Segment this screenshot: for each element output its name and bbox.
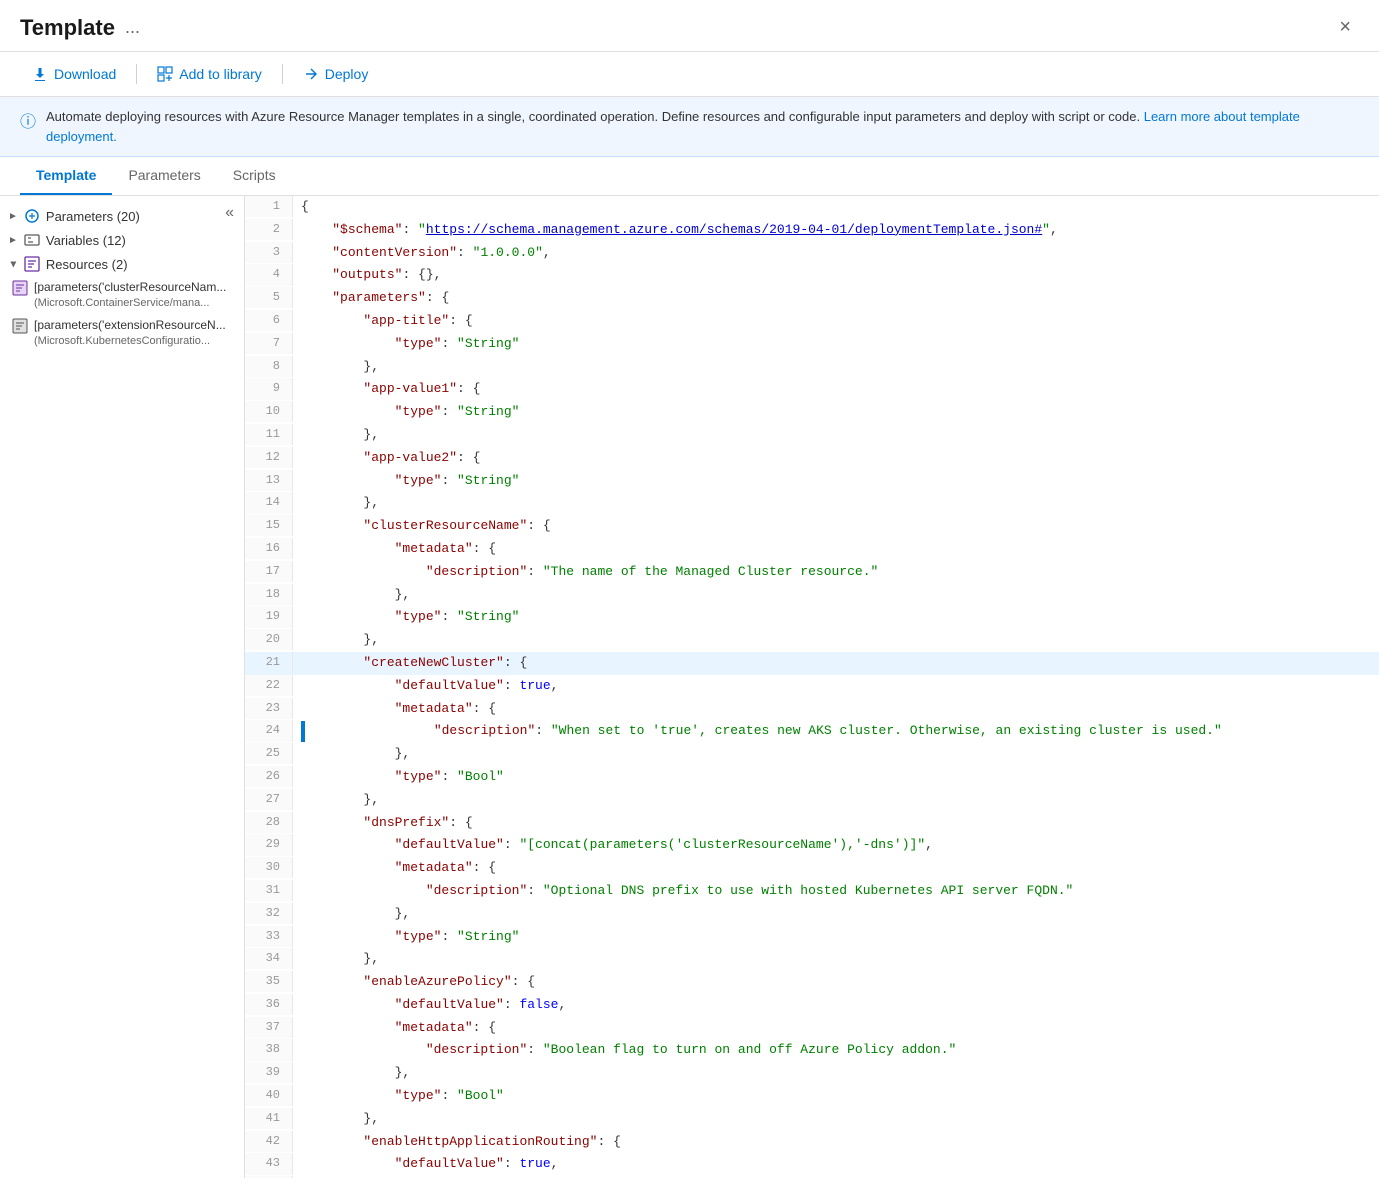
code-line-32: 32 },	[245, 903, 1379, 926]
code-line-7: 7 "type": "String"	[245, 333, 1379, 356]
more-options-icon[interactable]: ...	[125, 17, 140, 38]
code-line-20: 20 },	[245, 629, 1379, 652]
toolbar-separator-1	[136, 64, 137, 84]
resource-1-line2: (Microsoft.ContainerService/mana...	[34, 296, 226, 311]
resources-arrow-icon: ►	[7, 259, 18, 269]
resources-label: Resources (2)	[46, 257, 128, 272]
code-line-27: 27 },	[245, 789, 1379, 812]
code-line-24: 24 "description": "When set to 'true', c…	[245, 720, 1379, 743]
code-line-23: 23 "metadata": {	[245, 698, 1379, 721]
resource-2-text: [parameters('extensionResourceN... (Micr…	[34, 317, 226, 349]
deploy-icon	[303, 66, 319, 82]
download-button[interactable]: Download	[20, 60, 128, 88]
code-line-12: 12 "app-value2": {	[245, 447, 1379, 470]
sidebar-group-parameters[interactable]: ► Parameters (20)	[0, 204, 244, 228]
info-icon: ⓘ	[20, 108, 36, 132]
resources-icon	[24, 256, 40, 272]
toolbar: Download Add to library Deploy	[0, 52, 1379, 97]
header: Template ... ×	[0, 0, 1379, 52]
add-to-library-icon	[157, 66, 173, 82]
tab-scripts[interactable]: Scripts	[217, 157, 292, 195]
code-line-38: 38 "description": "Boolean flag to turn …	[245, 1039, 1379, 1062]
code-line-10: 10 "type": "String"	[245, 401, 1379, 424]
code-line-17: 17 "description": "The name of the Manag…	[245, 561, 1379, 584]
resource-1-icon	[12, 280, 28, 296]
code-line-6: 6 "app-title": {	[245, 310, 1379, 333]
code-line-9: 9 "app-value1": {	[245, 378, 1379, 401]
code-line-41: 41 },	[245, 1108, 1379, 1131]
code-line-29: 29 "defaultValue": "[concat(parameters('…	[245, 834, 1379, 857]
code-editor[interactable]: 1 { 2 "$schema": "https://schema.managem…	[245, 196, 1379, 1178]
sidebar-group-variables[interactable]: ► Variables (12)	[0, 228, 244, 252]
page-title: Template	[20, 15, 115, 41]
collapse-sidebar-button[interactable]: «	[221, 202, 238, 224]
code-line-21: 21 "createNewCluster": {	[245, 652, 1379, 675]
code-line-26: 26 "type": "Bool"	[245, 766, 1379, 789]
code-line-42: 42 "enableHttpApplicationRouting": {	[245, 1131, 1379, 1154]
close-button[interactable]: ×	[1331, 12, 1359, 43]
code-line-16: 16 "metadata": {	[245, 538, 1379, 561]
info-bar: ⓘ Automate deploying resources with Azur…	[0, 97, 1379, 157]
code-line-1: 1 {	[245, 196, 1379, 219]
header-left: Template ...	[20, 15, 140, 41]
code-line-35: 35 "enableAzurePolicy": {	[245, 971, 1379, 994]
main-content: « ► Parameters (20) ► Variables (12) ►	[0, 196, 1379, 1178]
code-line-34: 34 },	[245, 948, 1379, 971]
code-line-18: 18 },	[245, 584, 1379, 607]
code-line-8: 8 },	[245, 356, 1379, 379]
parameters-icon	[24, 208, 40, 224]
code-line-40: 40 "type": "Bool"	[245, 1085, 1379, 1108]
code-line-4: 4 "outputs": {},	[245, 264, 1379, 287]
parameters-label: Parameters (20)	[46, 209, 140, 224]
toolbar-separator-2	[282, 64, 283, 84]
tab-parameters[interactable]: Parameters	[112, 157, 216, 195]
sidebar: « ► Parameters (20) ► Variables (12) ►	[0, 196, 245, 1178]
sidebar-group-resources[interactable]: ► Resources (2)	[0, 252, 244, 276]
resource-item-2[interactable]: [parameters('extensionResourceN... (Micr…	[0, 314, 244, 352]
variables-arrow-icon: ►	[8, 235, 18, 246]
download-icon	[32, 66, 48, 82]
code-line-19: 19 "type": "String"	[245, 606, 1379, 629]
code-line-28: 28 "dnsPrefix": {	[245, 812, 1379, 835]
code-line-39: 39 },	[245, 1062, 1379, 1085]
tabs-bar: Template Parameters Scripts	[0, 157, 1379, 196]
code-line-37: 37 "metadata": {	[245, 1017, 1379, 1040]
code-line-13: 13 "type": "String"	[245, 470, 1379, 493]
code-line-36: 36 "defaultValue": false,	[245, 994, 1379, 1017]
code-line-43: 43 "defaultValue": true,	[245, 1153, 1379, 1176]
code-line-11: 11 },	[245, 424, 1379, 447]
resource-1-line1: [parameters('clusterResourceNam...	[34, 279, 226, 296]
add-to-library-button[interactable]: Add to library	[145, 60, 273, 88]
code-line-3: 3 "contentVersion": "1.0.0.0",	[245, 242, 1379, 265]
code-line-44: 44 "metadata": {	[245, 1176, 1379, 1178]
code-line-33: 33 "type": "String"	[245, 926, 1379, 949]
resource-2-line1: [parameters('extensionResourceN...	[34, 317, 226, 334]
code-line-31: 31 "description": "Optional DNS prefix t…	[245, 880, 1379, 903]
code-line-2: 2 "$schema": "https://schema.management.…	[245, 219, 1379, 242]
tab-template[interactable]: Template	[20, 157, 112, 195]
parameters-arrow-icon: ►	[8, 211, 18, 222]
deploy-button[interactable]: Deploy	[291, 60, 381, 88]
code-line-5: 5 "parameters": {	[245, 287, 1379, 310]
info-text: Automate deploying resources with Azure …	[46, 107, 1359, 146]
variables-label: Variables (12)	[46, 233, 126, 248]
code-line-25: 25 },	[245, 743, 1379, 766]
resource-1-text: [parameters('clusterResourceNam... (Micr…	[34, 279, 226, 311]
code-line-30: 30 "metadata": {	[245, 857, 1379, 880]
code-line-15: 15 "clusterResourceName": {	[245, 515, 1379, 538]
code-line-14: 14 },	[245, 492, 1379, 515]
code-line-22: 22 "defaultValue": true,	[245, 675, 1379, 698]
variables-icon	[24, 232, 40, 248]
resource-item-1[interactable]: [parameters('clusterResourceNam... (Micr…	[0, 276, 244, 314]
resource-2-line2: (Microsoft.KubernetesConfiguratio...	[34, 334, 226, 349]
resource-2-icon	[12, 318, 28, 334]
